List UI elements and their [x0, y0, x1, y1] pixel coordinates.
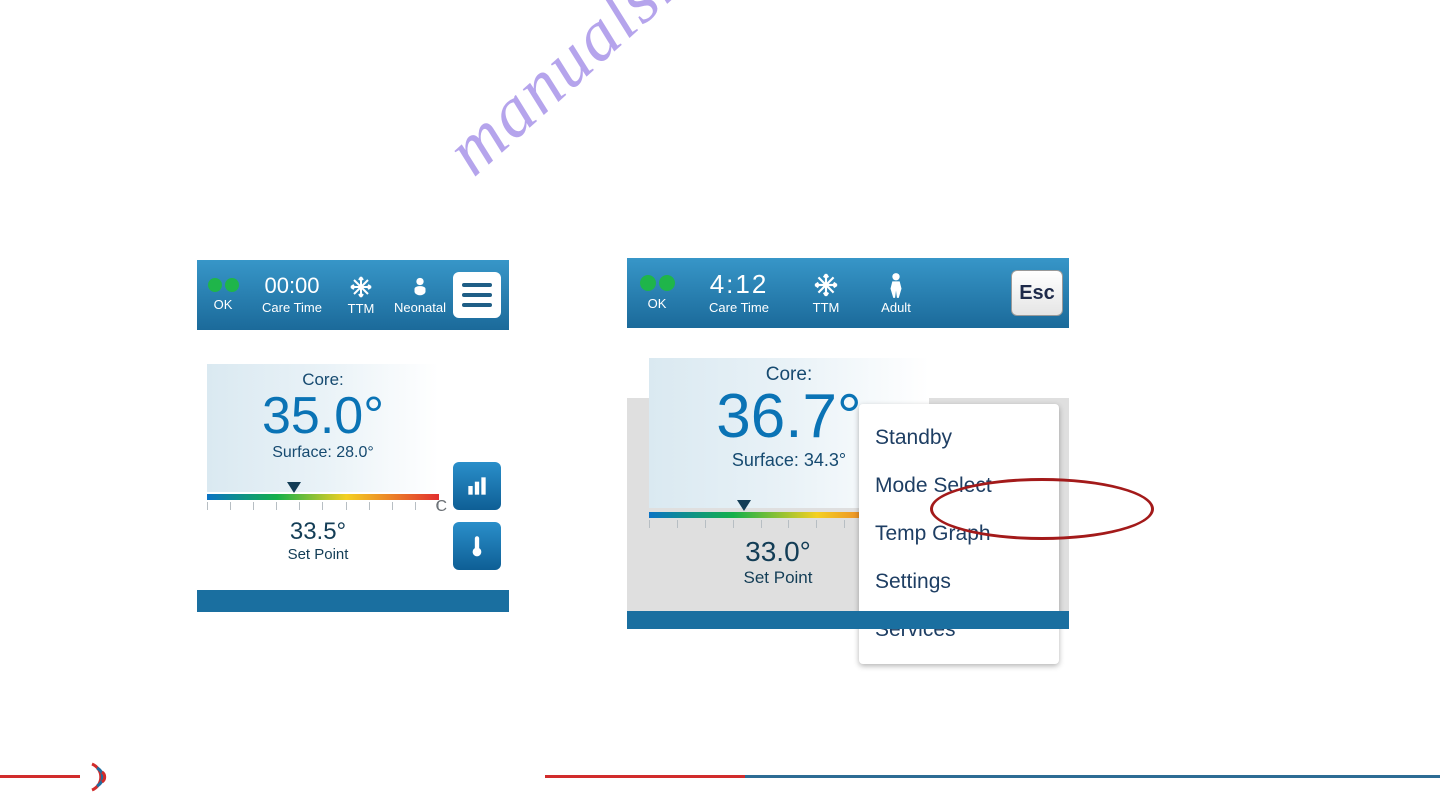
- setpoint-block: 33.5° Set Point: [197, 518, 439, 563]
- setpoint-arrow-icon: [737, 500, 751, 511]
- menu-button[interactable]: [453, 272, 501, 318]
- footer-bar: [627, 611, 1069, 629]
- setpoint-value: 33.5°: [197, 518, 439, 546]
- device-screen-right: OK 4:12 Care Time TTM Adult Esc Core: 36…: [627, 258, 1069, 629]
- status-bar: OK 4:12 Care Time TTM Adult Esc: [627, 258, 1069, 328]
- graph-button[interactable]: [453, 462, 501, 510]
- mode-label: TTM: [813, 300, 840, 315]
- menu-item-settings[interactable]: Settings: [859, 558, 1059, 606]
- menu-item-standby[interactable]: Standby: [859, 414, 1059, 462]
- temp-unit: C: [435, 498, 447, 516]
- care-time-label: Care Time: [262, 300, 322, 315]
- setpoint-arrow-icon: [287, 482, 301, 493]
- snowflake-icon: [349, 275, 373, 299]
- patient-label: Adult: [881, 300, 911, 315]
- adult-icon: [885, 272, 907, 298]
- watermark: manualshive.com: [430, 0, 881, 192]
- patient-indicator: Adult: [861, 258, 931, 328]
- status-ok-icon: [208, 278, 239, 292]
- baby-icon: [409, 276, 431, 298]
- care-time-value: 4:12: [710, 271, 769, 297]
- status-ok-icon: [640, 275, 675, 291]
- surface-label: Surface: 28.0°: [207, 444, 439, 462]
- temp-ticks: [207, 502, 439, 516]
- main-panel: Core: 35.0° Surface: 28.0° C 33.5° Set P…: [197, 330, 509, 612]
- status-bar: OK 00:00 Care Time TTM Neonatal: [197, 260, 509, 330]
- core-temp-panel: Core: 35.0° Surface: 28.0°: [207, 364, 439, 492]
- patient-indicator: Neonatal: [387, 260, 453, 330]
- mode-indicator: TTM: [791, 258, 861, 328]
- page-footer-rule: [0, 775, 1440, 782]
- device-screen-left: OK 00:00 Care Time TTM Neonatal Core: 35…: [197, 260, 509, 612]
- patient-label: Neonatal: [394, 300, 446, 315]
- menu-item-mode-select[interactable]: Mode Select: [859, 462, 1059, 510]
- main-panel: Core: 36.7° Surface: 34.3° 33.0° Set Poi…: [627, 328, 1069, 629]
- setpoint-label: Set Point: [197, 546, 439, 563]
- mode-label: TTM: [348, 301, 375, 316]
- side-buttons: [453, 462, 501, 570]
- menu-item-temp-graph[interactable]: Temp Graph: [859, 510, 1059, 558]
- core-value: 35.0°: [207, 390, 439, 442]
- thermometer-icon: [464, 533, 490, 559]
- status-ok-label: OK: [214, 297, 233, 312]
- esc-button[interactable]: Esc: [1011, 270, 1063, 316]
- chart-icon: [464, 473, 490, 499]
- status-ok-label: OK: [648, 296, 667, 311]
- footer-bar: [197, 590, 509, 612]
- temp-gradient-bar: [207, 494, 439, 500]
- temp-button[interactable]: [453, 522, 501, 570]
- brand-logo-icon: [88, 760, 114, 799]
- care-time-value: 00:00: [264, 275, 319, 297]
- snowflake-icon: [813, 272, 839, 298]
- mode-indicator: TTM: [335, 260, 387, 330]
- care-time-label: Care Time: [709, 300, 769, 315]
